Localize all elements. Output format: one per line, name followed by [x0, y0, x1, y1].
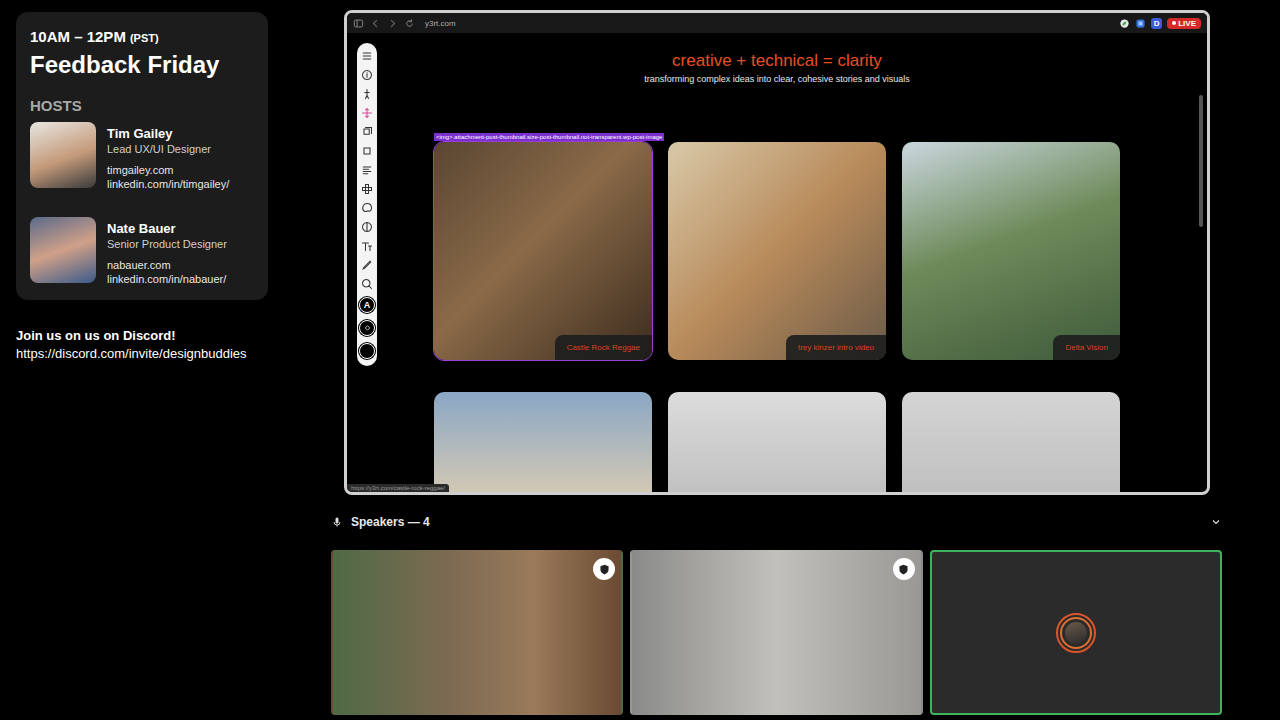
- project-grid: <img>.attachment-post-thumbnail.size-pos…: [347, 142, 1207, 492]
- tool-icon[interactable]: [361, 259, 373, 271]
- scrollbar[interactable]: [1199, 95, 1203, 227]
- project-card[interactable]: <img>.attachment-post-thumbnail.size-pos…: [434, 142, 652, 360]
- host-linkedin[interactable]: linkedin.com/in/timgailey/: [107, 177, 229, 191]
- discord-heading: Join us on us on Discord!: [16, 328, 268, 343]
- right-column: y3rt.com D LIVE Acreative + technical = cla…: [331, 0, 1222, 720]
- page-content: Acreative + technical = clarity transform…: [347, 33, 1207, 492]
- schedule-time: 10AM – 12PM (PST): [30, 28, 258, 45]
- hosts-heading: HOSTS: [30, 97, 258, 114]
- show-title: Feedback Friday: [30, 51, 258, 79]
- host-row: Nate Bauer Senior Product Designer nabauer…: [30, 217, 258, 286]
- status-url: https://y3rt.com/castle-rock-reggae/: [347, 484, 449, 492]
- inspector-tag: <img>.attachment-post-thumbnail.size-pos…: [434, 133, 664, 141]
- project-card[interactable]: Delta Vision: [902, 142, 1120, 360]
- browser-window: y3rt.com D LIVE Acreative + technical = cla…: [344, 10, 1210, 495]
- project-label[interactable]: trey kinzer intro video: [786, 335, 886, 360]
- host-list: Tim Gailey Lead UX/UI Designer timgailey.c…: [30, 122, 258, 286]
- bucket-icon: [363, 324, 372, 333]
- project-card[interactable]: trey kinzer intro video: [668, 142, 886, 360]
- host-row: Tim Gailey Lead UX/UI Designer timgailey.c…: [30, 122, 258, 191]
- info-card: 10AM – 12PM (PST) Feedback Friday HOSTS Tim …: [16, 12, 268, 300]
- sidebar-icon[interactable]: [353, 18, 364, 29]
- tool-icon[interactable]: [361, 221, 373, 233]
- tool-icon[interactable]: [361, 145, 373, 157]
- reload-icon[interactable]: [404, 18, 415, 29]
- tool-icon[interactable]: [361, 240, 373, 252]
- host-linkedin[interactable]: linkedin.com/in/nabauer/: [107, 272, 227, 286]
- tool-icon[interactable]: [361, 69, 373, 81]
- tool-icon[interactable]: [361, 278, 373, 290]
- speaking-ring: [1060, 617, 1092, 649]
- tool-icon[interactable]: [361, 88, 373, 100]
- moderator-badge: [893, 558, 915, 580]
- project-card[interactable]: [668, 392, 886, 492]
- tool-icon[interactable]: [361, 183, 373, 195]
- tool-icon[interactable]: [361, 164, 373, 176]
- speaking-ring: [1056, 613, 1096, 653]
- design-toolbar: A: [357, 43, 377, 366]
- host-details: Tim Gailey Lead UX/UI Designer timgailey.c…: [107, 122, 229, 191]
- left-column: 10AM – 12PM (PST) Feedback Friday HOSTS Tim …: [0, 0, 268, 720]
- project-label[interactable]: Delta Vision: [1053, 335, 1120, 360]
- speaker-tile[interactable]: [331, 550, 623, 715]
- text-tool-button[interactable]: A: [359, 297, 375, 313]
- chevron-down-icon[interactable]: [1210, 516, 1222, 528]
- headline: creative + technical = clarity: [347, 51, 1207, 71]
- discord-url[interactable]: https://discord.com/invite/designbuddies: [16, 346, 268, 361]
- live-badge: LIVE: [1167, 18, 1201, 29]
- host-name: Nate Bauer: [107, 221, 227, 236]
- avatar: [1065, 622, 1087, 644]
- host-role: Lead UX/UI Designer: [107, 143, 229, 155]
- speaker-tile[interactable]: [930, 550, 1222, 715]
- host-name: Tim Gailey: [107, 126, 229, 141]
- extension-d-button[interactable]: D: [1151, 18, 1162, 29]
- back-icon[interactable]: [370, 18, 381, 29]
- empty-tool-button[interactable]: [359, 343, 375, 359]
- tool-icon[interactable]: [361, 107, 373, 119]
- host-role: Senior Product Designer: [107, 238, 227, 250]
- time-range: 10AM – 12PM: [30, 28, 126, 45]
- project-card[interactable]: [434, 392, 652, 492]
- tool-icon[interactable]: [361, 126, 373, 138]
- extension-leaf-icon[interactable]: [1119, 18, 1130, 29]
- fill-tool-button[interactable]: [359, 320, 375, 336]
- discord-block: Join us on us on Discord! https://discord…: [16, 328, 268, 361]
- host-details: Nate Bauer Senior Product Designer nabauer…: [107, 217, 227, 286]
- address-bar[interactable]: y3rt.com: [425, 19, 456, 28]
- extension-blue-icon[interactable]: [1135, 18, 1146, 29]
- portfolio-site: creative + technical = clarity transformi…: [347, 33, 1207, 492]
- shield-icon: [598, 563, 611, 576]
- speaking-avatar: [1056, 613, 1096, 653]
- speakers-label: Speakers — 4: [351, 515, 430, 529]
- host-photo: [30, 122, 96, 188]
- forward-icon[interactable]: [387, 18, 398, 29]
- speakers-header: Speakers — 4: [331, 513, 1222, 531]
- live-dot: [1172, 21, 1176, 25]
- microphone-icon: [331, 516, 343, 528]
- host-site[interactable]: timgailey.com: [107, 163, 229, 177]
- stream-screen: 10AM – 12PM (PST) Feedback Friday HOSTS Tim …: [0, 0, 1280, 720]
- speaker-tiles: [331, 550, 1222, 715]
- host-photo: [30, 217, 96, 283]
- moderator-badge: [593, 558, 615, 580]
- project-label[interactable]: Castle Rock Reggae: [555, 335, 652, 360]
- host-site[interactable]: nabauer.com: [107, 258, 227, 272]
- browser-toolbar: y3rt.com D LIVE: [347, 13, 1207, 33]
- tool-icon[interactable]: [361, 50, 373, 62]
- extensions: D LIVE: [1119, 18, 1201, 29]
- tool-icon[interactable]: [361, 202, 373, 214]
- project-card[interactable]: [902, 392, 1120, 492]
- time-zone: (PST): [130, 32, 159, 44]
- speaker-tile[interactable]: [630, 550, 922, 715]
- tagline: transforming complex ideas into clear, c…: [347, 74, 1207, 84]
- shield-icon: [897, 563, 910, 576]
